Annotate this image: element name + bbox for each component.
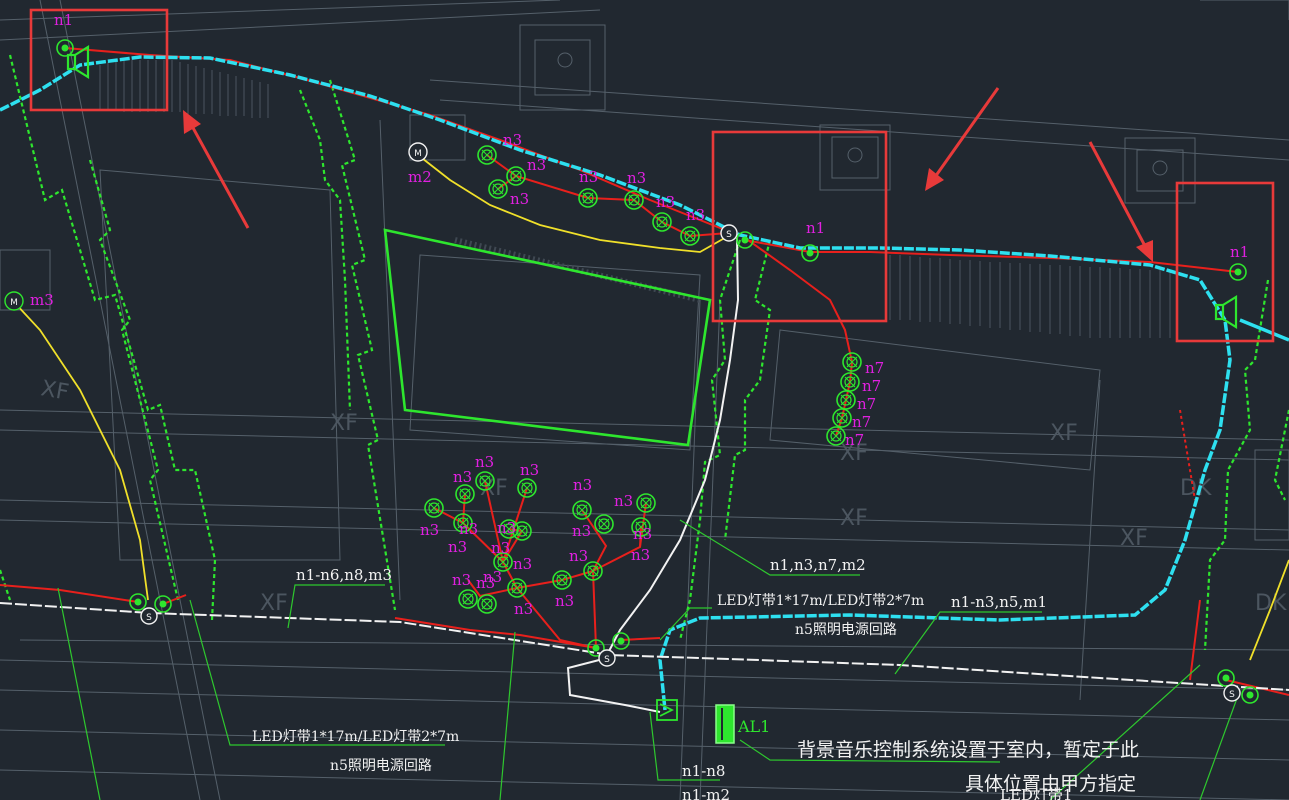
switch-symbol-icon: S <box>1223 684 1241 702</box>
svg-text:m2: m2 <box>408 168 432 186</box>
svg-text:n3: n3 <box>513 555 532 573</box>
lamp-fixture-icon <box>507 578 527 598</box>
svg-text:n3: n3 <box>555 592 574 610</box>
svg-text:n5照明电源回路: n5照明电源回路 <box>795 622 897 638</box>
svg-text:n1-n6,n8,m3: n1-n6,n8,m3 <box>296 566 392 584</box>
svg-text:n7: n7 <box>852 413 871 431</box>
arrow-icon <box>183 110 250 229</box>
distribution-panel-icon <box>715 704 735 744</box>
svg-text:n3: n3 <box>614 492 633 510</box>
svg-text:n1: n1 <box>54 11 73 29</box>
lamp-fixture-icon <box>572 500 592 520</box>
lamp-fixture-icon <box>836 390 856 410</box>
svg-text:n3: n3 <box>497 519 516 537</box>
svg-text:LED灯带1: LED灯带1 <box>1000 786 1072 800</box>
svg-text:n3: n3 <box>503 131 522 149</box>
arrow-icon <box>925 87 1000 191</box>
svg-text:n3: n3 <box>520 461 539 479</box>
svg-text:n3: n3 <box>420 521 439 539</box>
svg-text:n7: n7 <box>865 359 884 377</box>
svg-text:n3: n3 <box>452 571 471 589</box>
svg-text:n3: n3 <box>453 468 472 486</box>
svg-text:m3: m3 <box>30 291 54 309</box>
svg-text:XF: XF <box>39 376 71 405</box>
svg-text:n3: n3 <box>569 547 588 565</box>
panel-label: AL1 <box>737 717 770 736</box>
svg-text:S: S <box>604 655 610 665</box>
lamp-fixture-icon <box>552 570 572 590</box>
fixture-symbols <box>56 39 1259 704</box>
svg-text:n3: n3 <box>573 476 592 494</box>
fixture-labels: n1 n1 n1 m2 m3 n3 n3 n3 n3 n3 n3 n3 n7 n… <box>30 11 1249 618</box>
lamp-fixture-icon <box>832 408 852 428</box>
svg-text:n3: n3 <box>459 520 478 538</box>
yellow-cables <box>13 154 1289 661</box>
lamp-fixture-icon <box>477 594 497 614</box>
svg-text:n3: n3 <box>510 190 529 208</box>
svg-text:LED灯带1*17m/LED灯带2*7m: LED灯带1*17m/LED灯带2*7m <box>252 729 459 745</box>
svg-text:M: M <box>414 149 422 159</box>
svg-text:n7: n7 <box>862 377 881 395</box>
circuit-notes: n1-n6,n8,m3 n1,n3,n7,m2 n1-n3,n5,m1 LED灯… <box>252 556 1139 800</box>
svg-text:XF: XF <box>260 591 288 616</box>
svg-text:XF: XF <box>1050 421 1078 446</box>
highlight-box-top-left <box>29 8 169 112</box>
svg-text:n3: n3 <box>633 525 652 543</box>
svg-text:n1,n3,n7,m2: n1,n3,n7,m2 <box>770 556 866 574</box>
svg-text:S: S <box>146 613 152 623</box>
lamp-fixture-icon <box>488 179 508 199</box>
motor-symbol-icon: M <box>408 142 428 162</box>
svg-text:S: S <box>1229 690 1235 700</box>
uplight-fixture-icon <box>1217 669 1235 687</box>
switch-symbol-icon: S <box>140 607 158 625</box>
svg-text:n1: n1 <box>1230 243 1249 261</box>
svg-text:n7: n7 <box>857 395 876 413</box>
svg-text:n3: n3 <box>527 156 546 174</box>
lamp-fixture-icon <box>506 166 526 186</box>
svg-text:S: S <box>726 230 732 240</box>
svg-text:n1-m2: n1-m2 <box>682 786 730 800</box>
svg-text:XF: XF <box>1120 526 1148 551</box>
svg-text:背景音乐控制系统设置于室内，暂定于此: 背景音乐控制系统设置于室内，暂定于此 <box>797 739 1139 761</box>
svg-text:n3: n3 <box>483 568 502 586</box>
svg-text:n1: n1 <box>806 219 825 237</box>
annotation-arrows <box>183 87 1153 262</box>
svg-text:n3: n3 <box>491 539 510 557</box>
lamp-fixture-icon <box>652 212 672 232</box>
svg-text:n3: n3 <box>686 206 705 224</box>
svg-text:XF: XF <box>330 411 358 436</box>
svg-text:DK: DK <box>1255 591 1287 616</box>
lamp-fixture-icon <box>477 145 497 165</box>
svg-text:XF: XF <box>840 506 868 531</box>
svg-text:n5照明电源回路: n5照明电源回路 <box>330 758 432 774</box>
lamp-fixture-icon <box>424 498 444 518</box>
switch-symbol-icon: S <box>720 224 738 242</box>
speaker-icon <box>656 699 678 721</box>
svg-text:n3: n3 <box>631 546 650 564</box>
svg-text:LED灯带1*17m/LED灯带2*7m: LED灯带1*17m/LED灯带2*7m <box>717 593 924 609</box>
svg-text:n7: n7 <box>845 431 864 449</box>
cad-drawing-canvas: XF XF XF XF XF XF XF DK DK XF M M S S S … <box>0 0 1289 800</box>
background-grid-text: XF XF XF XF XF XF XF DK DK XF <box>39 376 1287 616</box>
motor-symbol-icon: M <box>4 291 24 311</box>
arrow-icon <box>1088 141 1153 262</box>
cyan-music-cable <box>0 55 1232 711</box>
svg-text:n3: n3 <box>448 538 467 556</box>
uplight-fixture-icon <box>154 595 172 613</box>
svg-text:n1-n8: n1-n8 <box>682 762 725 780</box>
switch-symbol-icon: S <box>598 649 616 667</box>
svg-text:n3: n3 <box>579 168 598 186</box>
svg-text:M: M <box>10 298 18 308</box>
svg-text:n3: n3 <box>514 600 533 618</box>
svg-text:n3: n3 <box>475 453 494 471</box>
lamp-fixture-icon <box>458 589 478 609</box>
svg-text:n3: n3 <box>656 193 675 211</box>
cyan-cable-right <box>1239 318 1289 342</box>
svg-text:n3: n3 <box>572 522 591 540</box>
lamp-fixture-icon <box>594 514 614 534</box>
svg-text:n1-n3,n5,m1: n1-n3,n5,m1 <box>951 593 1047 611</box>
svg-text:n3: n3 <box>627 169 646 187</box>
lamp-fixture-icon <box>517 478 537 498</box>
